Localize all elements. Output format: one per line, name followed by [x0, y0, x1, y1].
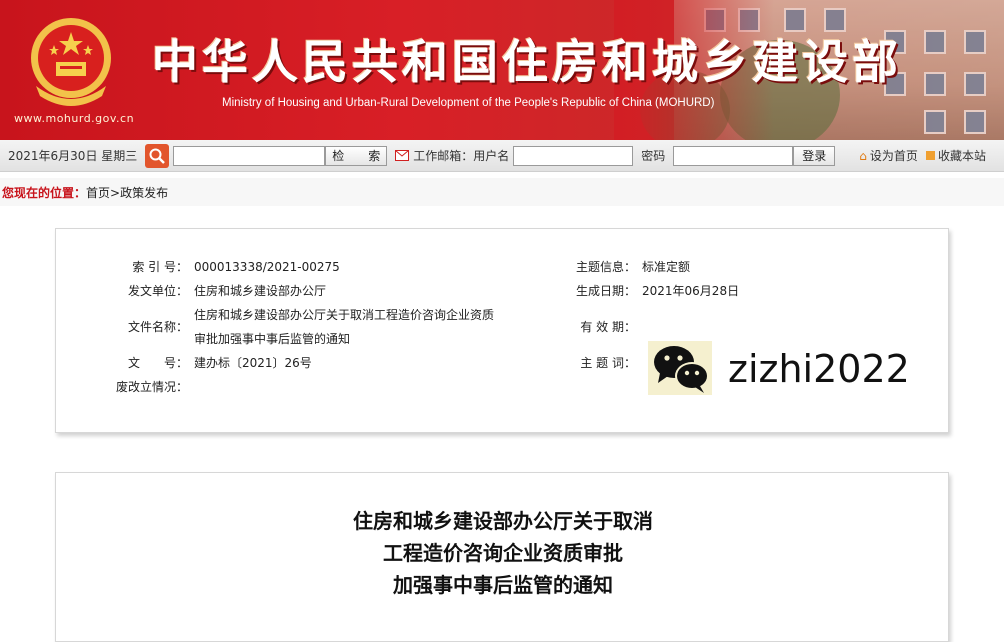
bookmark-link[interactable]: 收藏本站	[925, 147, 986, 164]
top-toolbar: 2021年6月30日 星期三 检 索 工作邮箱：用户名 密码 登录 ⌂ 设为首页…	[0, 140, 1004, 172]
site-url: www.mohurd.gov.cn	[14, 112, 135, 125]
topic: 标准定额	[642, 260, 691, 274]
breadcrumb-label: 您现在的位置：	[2, 185, 87, 200]
search-button[interactable]: 检 索	[325, 145, 388, 166]
password-input[interactable]	[673, 145, 794, 166]
current-date: 2021年6月30日 星期三	[8, 149, 138, 163]
set-home-link[interactable]: ⌂ 设为首页	[859, 147, 918, 164]
info-row-docno: 文 号： 建办标〔2021〕26号	[108, 351, 312, 375]
article-panel: 住房和城乡建设部办公厅关于取消 工程造价咨询企业资质审批 加强事中事后监管的通知	[55, 472, 949, 642]
bookmark-icon	[925, 151, 935, 160]
document-name: 住房和城乡建设部办公厅关于取消工程造价咨询企业资质 审批加强事中事后监管的通知	[194, 308, 495, 346]
search-input[interactable]	[173, 145, 326, 166]
info-row-status: 废改立情况：	[115, 380, 188, 394]
info-row-topic: 主题信息： 标准定额	[556, 255, 690, 279]
wechat-icon	[648, 341, 712, 395]
info-row-keywords: 主 题 词：	[580, 356, 636, 370]
document-number: 建办标〔2021〕26号	[194, 356, 312, 370]
breadcrumb-path[interactable]: 首页>政策发布	[86, 184, 168, 201]
breadcrumb: 您现在的位置： 首页>政策发布	[0, 178, 1004, 206]
login-button[interactable]: 登录	[793, 145, 836, 166]
info-row-validity: 有 效 期：	[580, 320, 636, 334]
info-row-docname: 文件名称：	[127, 320, 188, 334]
password-label: 密码	[641, 149, 666, 163]
ministry-title: 中华人民共和国住房和城乡建设部	[152, 35, 902, 89]
article-title-line3: 加强事中事后监管的通知	[393, 573, 613, 597]
mail-username-label: 工作邮箱：用户名	[413, 149, 510, 163]
article-title-line2: 工程造价咨询企业资质审批	[383, 541, 623, 565]
issuer: 住房和城乡建设部办公厅	[194, 284, 327, 298]
home-icon: ⌂	[859, 148, 867, 163]
index-number: 000013338/2021-00275	[194, 260, 340, 274]
username-input[interactable]	[513, 145, 634, 166]
mail-icon	[395, 150, 410, 161]
site-banner: www.mohurd.gov.cn 中华人民共和国住房和城乡建设部 Minist…	[0, 0, 1004, 140]
watermark-text: zizhi2022	[728, 347, 910, 391]
info-row-index: 索 引 号： 000013338/2021-00275	[108, 255, 340, 279]
info-row-date: 生成日期： 2021年06月28日	[556, 279, 739, 303]
document-info-panel: 索 引 号： 000013338/2021-00275 发文单位： 住房和城乡建…	[55, 228, 949, 433]
ministry-subtitle: Ministry of Housing and Urban-Rural Deve…	[222, 97, 715, 109]
article-title-line1: 住房和城乡建设部办公厅关于取消	[353, 509, 653, 533]
national-emblem-icon	[31, 18, 111, 106]
search-icon[interactable]	[145, 143, 170, 168]
generation-date: 2021年06月28日	[642, 284, 740, 298]
info-row-issuer: 发文单位： 住房和城乡建设部办公厅	[108, 279, 326, 303]
